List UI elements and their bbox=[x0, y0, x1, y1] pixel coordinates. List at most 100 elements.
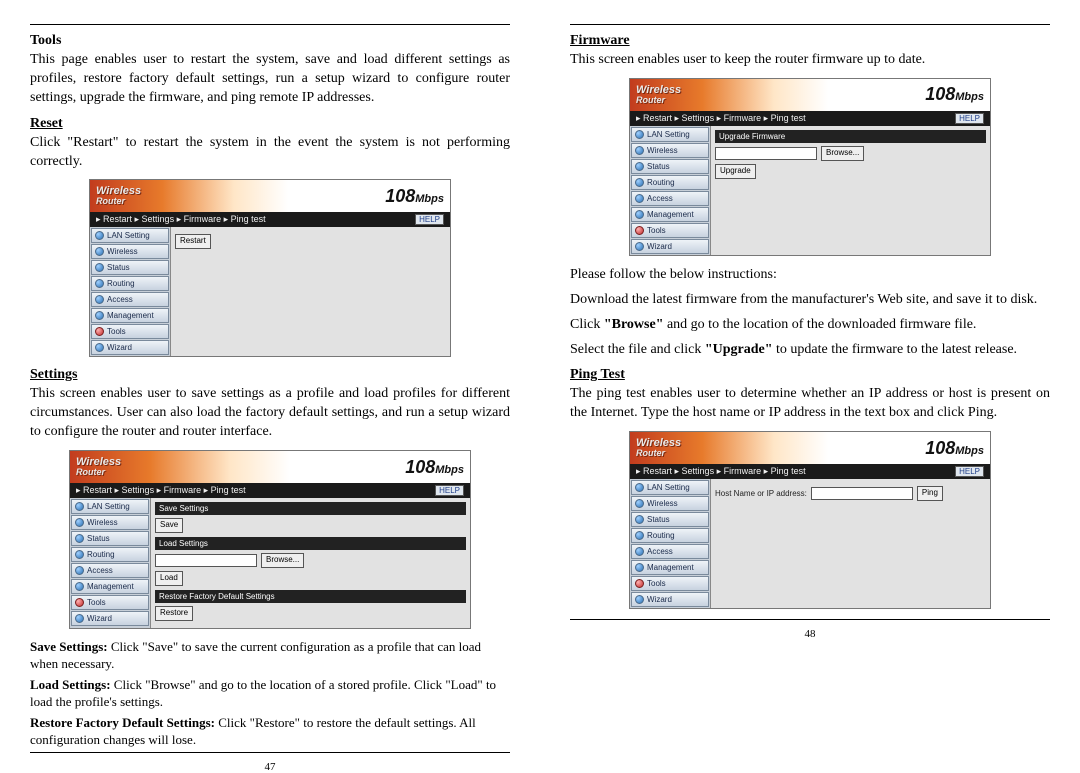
router-sidebar: LAN SettingWirelessStatusRoutingAccessMa… bbox=[90, 227, 171, 356]
page-spread: Tools This page enables user to restart … bbox=[0, 0, 1080, 763]
load-button[interactable]: Load bbox=[155, 571, 183, 586]
bullet-icon bbox=[635, 162, 644, 171]
paragraph: Restore Factory Default Settings: Click … bbox=[30, 715, 510, 749]
paragraph: Please follow the below instructions: bbox=[570, 266, 1050, 285]
router-logo: Wireless Router bbox=[76, 457, 121, 477]
router-speed: 108Mbps bbox=[405, 457, 464, 478]
paragraph: Select the file and click "Upgrade" to u… bbox=[570, 341, 1050, 360]
sidebar-item-lan-setting[interactable]: LAN Setting bbox=[91, 228, 169, 243]
sidebar-item-status[interactable]: Status bbox=[631, 512, 709, 527]
page-left: Tools This page enables user to restart … bbox=[0, 0, 540, 763]
router-banner: Wireless Router 108Mbps bbox=[630, 432, 990, 464]
sidebar-item-status[interactable]: Status bbox=[71, 531, 149, 546]
sidebar-item-access[interactable]: Access bbox=[71, 563, 149, 578]
router-screenshot-settings: Wireless Router 108Mbps ▸ Restart ▸ Sett… bbox=[69, 450, 471, 629]
bullet-icon bbox=[635, 595, 644, 604]
sidebar-item-wireless[interactable]: Wireless bbox=[631, 143, 709, 158]
restart-button[interactable]: Restart bbox=[175, 234, 211, 249]
sidebar-item-access[interactable]: Access bbox=[91, 292, 169, 307]
sidebar-item-management[interactable]: Management bbox=[91, 308, 169, 323]
upgrade-button[interactable]: Upgrade bbox=[715, 164, 756, 179]
sidebar-item-lan-setting[interactable]: LAN Setting bbox=[631, 480, 709, 495]
router-breadcrumb: ▸ Restart ▸ Settings ▸ Firmware ▸ Ping t… bbox=[630, 111, 990, 126]
file-input[interactable] bbox=[715, 147, 817, 160]
browse-button[interactable]: Browse... bbox=[261, 553, 304, 568]
sidebar-item-wireless[interactable]: Wireless bbox=[91, 244, 169, 259]
router-sidebar: LAN SettingWirelessStatusRoutingAccessMa… bbox=[70, 498, 151, 628]
sidebar-item-wireless[interactable]: Wireless bbox=[631, 496, 709, 511]
bullet-icon bbox=[75, 598, 84, 607]
router-content-firmware: Upgrade Firmware Browse... Upgrade bbox=[711, 126, 990, 255]
browse-button[interactable]: Browse... bbox=[821, 146, 864, 161]
sidebar-item-management[interactable]: Management bbox=[631, 560, 709, 575]
bullet-icon bbox=[635, 483, 644, 492]
bullet-icon bbox=[95, 279, 104, 288]
panel-title: Save Settings bbox=[155, 502, 466, 515]
save-button[interactable]: Save bbox=[155, 518, 183, 533]
bullet-icon bbox=[635, 515, 644, 524]
bullet-icon bbox=[635, 579, 644, 588]
sidebar-item-tools[interactable]: Tools bbox=[631, 576, 709, 591]
ping-input[interactable] bbox=[811, 487, 913, 500]
sidebar-item-routing[interactable]: Routing bbox=[631, 175, 709, 190]
heading-ping: Ping Test bbox=[570, 367, 1050, 383]
bullet-icon bbox=[635, 178, 644, 187]
sidebar-item-routing[interactable]: Routing bbox=[631, 528, 709, 543]
ping-label: Host Name or IP address: bbox=[715, 489, 807, 498]
paragraph: This page enables user to restart the sy… bbox=[30, 51, 510, 108]
help-button[interactable]: HELP bbox=[435, 485, 464, 496]
router-content-settings: Save Settings Save Load Settings Browse.… bbox=[151, 498, 470, 628]
heading-settings: Settings bbox=[30, 367, 510, 383]
router-content-ping: Host Name or IP address: Ping bbox=[711, 479, 990, 608]
paragraph: This screen enables user to save setting… bbox=[30, 385, 510, 442]
sidebar-item-status[interactable]: Status bbox=[91, 260, 169, 275]
sidebar-item-lan-setting[interactable]: LAN Setting bbox=[631, 127, 709, 142]
router-sidebar: LAN SettingWirelessStatusRoutingAccessMa… bbox=[630, 479, 711, 608]
sidebar-item-tools[interactable]: Tools bbox=[91, 324, 169, 339]
heading-tools: Tools bbox=[30, 33, 510, 49]
page-rule bbox=[30, 24, 510, 25]
sidebar-item-wizard[interactable]: Wizard bbox=[91, 340, 169, 355]
sidebar-item-routing[interactable]: Routing bbox=[71, 547, 149, 562]
sidebar-item-access[interactable]: Access bbox=[631, 191, 709, 206]
paragraph: Click "Browse" and go to the location of… bbox=[570, 316, 1050, 335]
sidebar-item-wizard[interactable]: Wizard bbox=[71, 611, 149, 626]
bullet-icon bbox=[95, 327, 104, 336]
router-speed: 108Mbps bbox=[925, 84, 984, 105]
sidebar-item-tools[interactable]: Tools bbox=[71, 595, 149, 610]
help-button[interactable]: HELP bbox=[955, 113, 984, 124]
sidebar-item-status[interactable]: Status bbox=[631, 159, 709, 174]
bullet-icon bbox=[635, 563, 644, 572]
page-rule bbox=[30, 752, 510, 753]
sidebar-item-lan-setting[interactable]: LAN Setting bbox=[71, 499, 149, 514]
bullet-icon bbox=[75, 566, 84, 575]
bullet-icon bbox=[95, 263, 104, 272]
bullet-icon bbox=[635, 146, 644, 155]
router-banner: Wireless Router 108Mbps bbox=[70, 451, 470, 483]
router-banner: Wireless Router 108Mbps bbox=[630, 79, 990, 111]
file-input[interactable] bbox=[155, 554, 257, 567]
sidebar-item-management[interactable]: Management bbox=[631, 207, 709, 222]
ping-button[interactable]: Ping bbox=[917, 486, 943, 501]
sidebar-item-access[interactable]: Access bbox=[631, 544, 709, 559]
restore-button[interactable]: Restore bbox=[155, 606, 193, 621]
sidebar-item-wizard[interactable]: Wizard bbox=[631, 592, 709, 607]
bullet-icon bbox=[95, 231, 104, 240]
router-logo: Wireless Router bbox=[636, 438, 681, 458]
router-logo: Wireless Router bbox=[636, 85, 681, 105]
bullet-icon bbox=[75, 614, 84, 623]
sidebar-item-routing[interactable]: Routing bbox=[91, 276, 169, 291]
page-rule bbox=[570, 24, 1050, 25]
bullet-icon bbox=[75, 518, 84, 527]
sidebar-item-wireless[interactable]: Wireless bbox=[71, 515, 149, 530]
help-button[interactable]: HELP bbox=[415, 214, 444, 225]
router-breadcrumb: ▸ Restart ▸ Settings ▸ Firmware ▸ Ping t… bbox=[90, 212, 450, 227]
router-speed: 108Mbps bbox=[925, 438, 984, 459]
sidebar-item-tools[interactable]: Tools bbox=[631, 223, 709, 238]
router-speed: 108Mbps bbox=[385, 186, 444, 207]
sidebar-item-wizard[interactable]: Wizard bbox=[631, 239, 709, 254]
help-button[interactable]: HELP bbox=[955, 466, 984, 477]
router-breadcrumb: ▸ Restart ▸ Settings ▸ Firmware ▸ Ping t… bbox=[70, 483, 470, 498]
page-number: 48 bbox=[570, 628, 1050, 640]
sidebar-item-management[interactable]: Management bbox=[71, 579, 149, 594]
